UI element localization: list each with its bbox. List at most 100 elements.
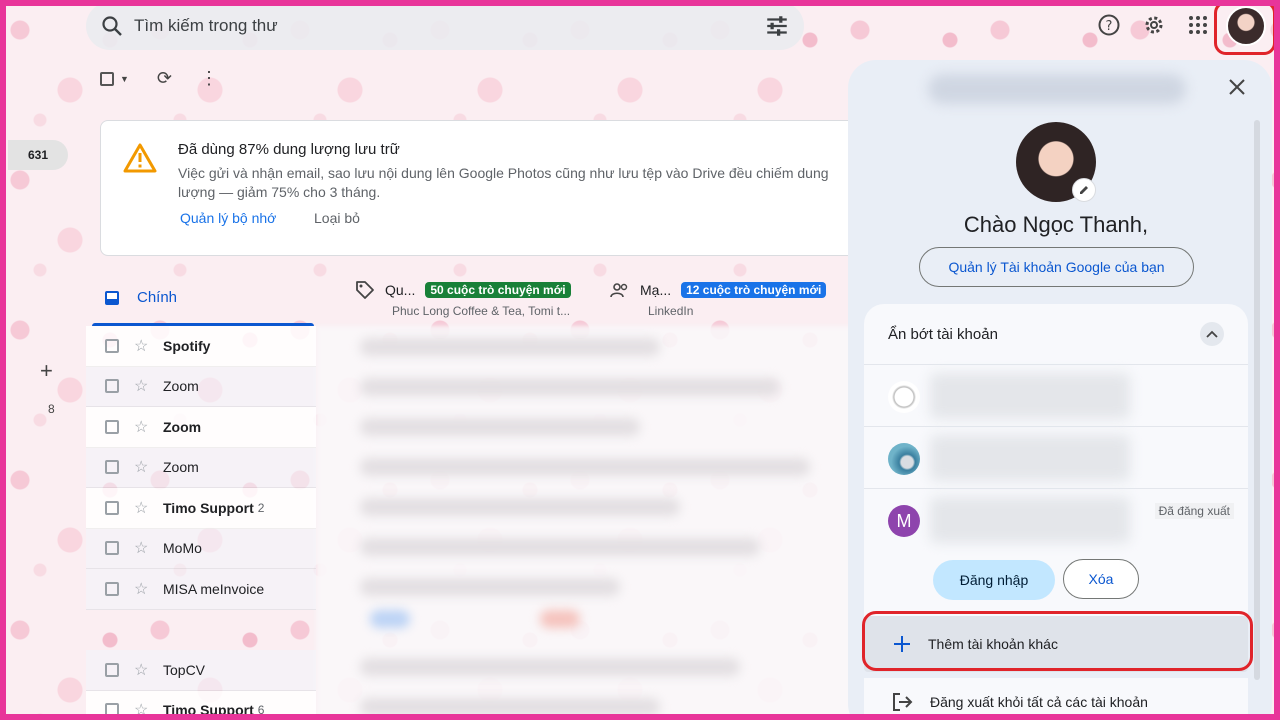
warning-icon: [123, 143, 157, 173]
star-icon[interactable]: ☆: [134, 498, 152, 518]
greeting: Chào Ngọc Thanh,: [963, 212, 1149, 237]
dismiss-link[interactable]: Loại bỏ: [314, 210, 360, 226]
blurred-chip: [540, 610, 580, 628]
star-icon[interactable]: ☆: [134, 700, 152, 720]
row-checkbox[interactable]: [105, 703, 119, 718]
tab-primary[interactable]: Chính: [92, 270, 316, 326]
mail-sender: MoMo: [163, 540, 202, 557]
storage-title: Đã dùng 87% dung lượng lưu trữ: [178, 141, 400, 158]
star-icon[interactable]: ☆: [134, 336, 152, 356]
sign-out-all-label: Đăng xuất khỏi tất cả các tài khoản: [930, 694, 1148, 710]
help-icon[interactable]: ?: [1094, 10, 1124, 40]
sign-out-icon: [893, 693, 913, 711]
mail-sender: Timo Support: [163, 499, 254, 516]
accounts-card: Ẩn bớt tài khoản M Đã đăng xuất Đăng nhậ…: [864, 304, 1248, 622]
tag-icon: [356, 281, 374, 299]
remove-account-button[interactable]: Xóa: [1063, 559, 1139, 599]
settings-gear-icon[interactable]: [1139, 10, 1169, 40]
row-checkbox[interactable]: [105, 379, 119, 394]
mail-sender: Zoom: [163, 378, 199, 395]
star-icon[interactable]: ☆: [134, 579, 152, 599]
manage-account-button[interactable]: Quản lý Tài khoản Google của bạn: [919, 247, 1194, 287]
mail-sender: Zoom: [163, 418, 202, 435]
mail-row[interactable]: ☆ MISA meInvoice: [86, 569, 316, 610]
add-label-icon[interactable]: +: [40, 358, 53, 384]
panel-scrollbar[interactable]: [1254, 120, 1260, 680]
tab-promotions-title: Qu...: [385, 282, 416, 298]
storage-warning-card: Đã dùng 87% dung lượng lưu trữ Việc gửi …: [100, 120, 860, 256]
mail-row[interactable]: ☆ Zoom: [86, 366, 316, 407]
star-icon[interactable]: ☆: [134, 457, 152, 477]
search-bar[interactable]: Tìm kiếm trong thư: [86, 2, 804, 50]
row-checkbox[interactable]: [105, 500, 119, 515]
mail-row[interactable]: ☆ MoMo: [86, 528, 316, 569]
row-checkbox[interactable]: [105, 338, 119, 353]
tab-social-senders: LinkedIn: [648, 304, 694, 318]
sign-in-button[interactable]: Đăng nhập: [933, 560, 1055, 600]
tab-promotions-senders: Phuc Long Coffee & Tea, Tomi t...: [392, 304, 571, 318]
chevron-up-icon[interactable]: [1200, 322, 1224, 346]
row-checkbox[interactable]: [105, 460, 119, 475]
thread-count: 2: [257, 500, 265, 515]
mail-row[interactable]: ☆ Zoom: [86, 407, 316, 448]
edit-pencil-icon[interactable]: [1072, 178, 1096, 202]
checkbox-icon[interactable]: [100, 71, 114, 86]
social-new-badge: 12 cuộc trò chuyện mới: [681, 282, 827, 298]
manage-storage-link[interactable]: Quản lý bộ nhớ: [180, 210, 276, 226]
storage-description: Việc gửi và nhận email, sao lưu nội dung…: [178, 165, 829, 200]
mail-row[interactable]: ☆ Timo Support 2: [86, 488, 316, 529]
mail-sender: Spotify: [163, 337, 211, 354]
mail-sender: Timo Support: [163, 702, 254, 719]
blurred-line: [360, 578, 620, 596]
star-icon[interactable]: ☆: [134, 376, 152, 396]
inbox-count-badge[interactable]: 631: [8, 140, 68, 170]
mail-row[interactable]: ☆ Zoom: [86, 447, 316, 488]
blurred-line: [360, 418, 640, 436]
row-checkbox[interactable]: [105, 662, 119, 677]
account-avatar: [888, 381, 920, 413]
apps-grid-icon[interactable]: [1183, 10, 1213, 40]
blurred-account-info: [930, 373, 1130, 419]
svg-text:?: ?: [1106, 19, 1113, 34]
sign-out-all-button[interactable]: Đăng xuất khỏi tất cả các tài khoản: [864, 678, 1248, 720]
blurred-line: [360, 498, 680, 516]
signed-out-label: Đã đăng xuất: [1154, 503, 1234, 519]
account-item[interactable]: [864, 426, 1248, 488]
mail-list: ☆ Spotify ☆ Zoom ☆ Zoom ☆ Zoom ☆ Timo Support 2 ☆ Mo…: [86, 326, 316, 720]
select-all-checkbox[interactable]: ▼: [100, 71, 129, 86]
highlight-box-avatar: [1214, 1, 1276, 55]
refresh-icon[interactable]: ⟳: [157, 68, 172, 89]
mail-row[interactable]: [86, 610, 316, 651]
hide-accounts-toggle[interactable]: Ẩn bớt tài khoản: [864, 304, 1248, 364]
search-options-icon[interactable]: [764, 13, 790, 39]
blurred-line: [360, 378, 780, 396]
blurred-account-info: [930, 497, 1130, 543]
tab-social[interactable]: Mạ... 12 cuộc trò chuyện mới LinkedIn: [610, 280, 850, 318]
tab-promotions[interactable]: Qu... 50 cuộc trò chuyện mới Phuc Long C…: [355, 280, 595, 318]
account-item[interactable]: [864, 364, 1248, 426]
mail-row[interactable]: ☆ Timo Support 6: [86, 690, 316, 720]
inbox-icon: [105, 291, 119, 305]
row-checkbox[interactable]: [105, 419, 119, 434]
mail-sender: MISA meInvoice: [163, 580, 265, 597]
blurred-line: [360, 658, 740, 676]
row-checkbox[interactable]: [105, 581, 119, 596]
blurred-line: [360, 538, 760, 556]
mail-row[interactable]: ☆ Spotify: [86, 326, 316, 367]
close-icon[interactable]: [1226, 76, 1248, 98]
mail-row[interactable]: ☆ TopCV: [86, 650, 316, 691]
chevron-down-icon[interactable]: ▼: [120, 74, 129, 84]
star-icon[interactable]: ☆: [134, 538, 152, 558]
account-item-signed-out[interactable]: M Đã đăng xuất: [864, 488, 1248, 552]
tab-social-title: Mạ...: [640, 282, 672, 298]
search-input[interactable]: Tìm kiếm trong thư: [134, 16, 764, 36]
search-icon[interactable]: [100, 14, 124, 38]
star-icon[interactable]: ☆: [134, 660, 152, 680]
blurred-email-address: [928, 74, 1186, 104]
blurred-line: [360, 338, 660, 356]
star-icon[interactable]: ☆: [134, 417, 152, 437]
more-options-icon[interactable]: ⋮: [200, 68, 218, 89]
blurred-chip: [370, 610, 410, 628]
row-checkbox[interactable]: [105, 541, 119, 556]
people-icon: [610, 283, 628, 298]
